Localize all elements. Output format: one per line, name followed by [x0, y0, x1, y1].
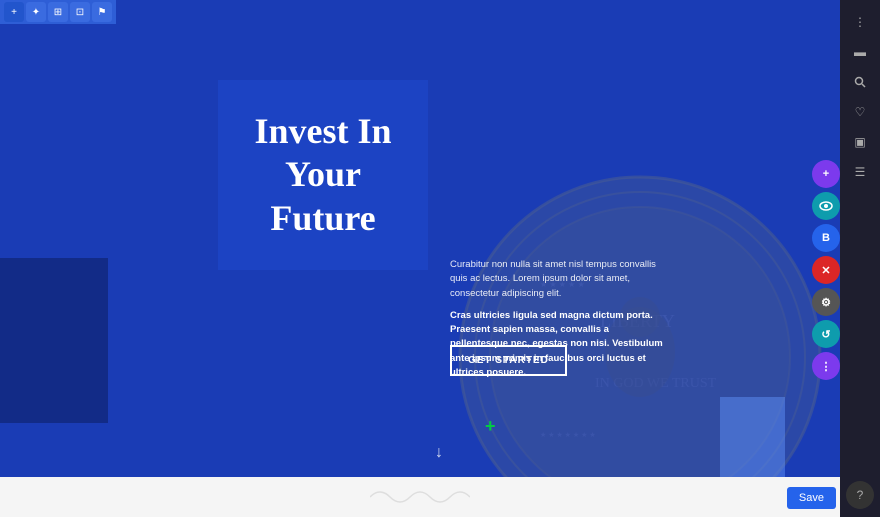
panel-close-button[interactable]: ✕	[812, 256, 840, 284]
top-toolbar: + ✦ ⊞ ⊡ ⚑	[0, 0, 116, 24]
canvas: LIBERTY IN GOD WE TRUST ★ ★ ★ ★ ★ ★ ★ ★ …	[0, 0, 840, 517]
hero-title: Invest In Your Future	[254, 110, 391, 240]
right-panel: + B ✕ ⚙ ↺ ⋮	[812, 160, 840, 380]
scroll-down-arrow[interactable]: ↓	[435, 444, 443, 462]
panel-refresh-button[interactable]: ↺	[812, 320, 840, 348]
light-overlay-block	[720, 397, 785, 482]
sidebar-menu-btn[interactable]: ☰	[844, 158, 876, 186]
panel-settings-button[interactable]: ⚙	[812, 288, 840, 316]
sidebar-more-btn[interactable]: ⋮	[844, 8, 876, 36]
bottom-wave-icon	[370, 487, 470, 507]
hero-title-line1: Invest In	[254, 111, 391, 151]
toolbar-grid-btn[interactable]: ⊞	[48, 2, 68, 22]
sidebar-square-btn[interactable]: ▣	[844, 128, 876, 156]
sidebar-minus-btn[interactable]: ▬	[844, 38, 876, 66]
save-button[interactable]: Save	[787, 487, 836, 509]
dark-overlay-block	[0, 258, 108, 423]
panel-more-button[interactable]: ⋮	[812, 352, 840, 380]
bottom-bar	[0, 477, 840, 517]
panel-view-button[interactable]	[812, 192, 840, 220]
panel-add-button[interactable]: +	[812, 160, 840, 188]
toolbar-sparkle-btn[interactable]: ✦	[26, 2, 46, 22]
get-started-button[interactable]: GET STARTED	[450, 345, 567, 376]
sidebar-help-btn[interactable]: ?	[846, 481, 874, 509]
green-plus-icon: +	[485, 416, 496, 437]
sidebar-search-btn[interactable]	[844, 68, 876, 96]
toolbar-flag-btn[interactable]: ⚑	[92, 2, 112, 22]
toolbar-box-btn[interactable]: ⊡	[70, 2, 90, 22]
hero-title-line3: Future	[270, 198, 375, 238]
hero-title-line2: Your	[285, 154, 361, 194]
toolbar-add-btn[interactable]: +	[4, 2, 24, 22]
sidebar-heart-btn[interactable]: ♡	[844, 98, 876, 126]
panel-bold-button[interactable]: B	[812, 224, 840, 252]
right-sidebar: ⋮ ▬ ♡ ▣ ☰ ?	[840, 0, 880, 517]
hero-block: Invest In Your Future	[218, 80, 428, 270]
hero-paragraph1: Curabitur non nulla sit amet nisl tempus…	[450, 258, 665, 301]
help-icon-label: ?	[857, 488, 864, 502]
svg-text:★ ★ ★ ★ ★ ★ ★: ★ ★ ★ ★ ★ ★ ★	[540, 431, 596, 439]
